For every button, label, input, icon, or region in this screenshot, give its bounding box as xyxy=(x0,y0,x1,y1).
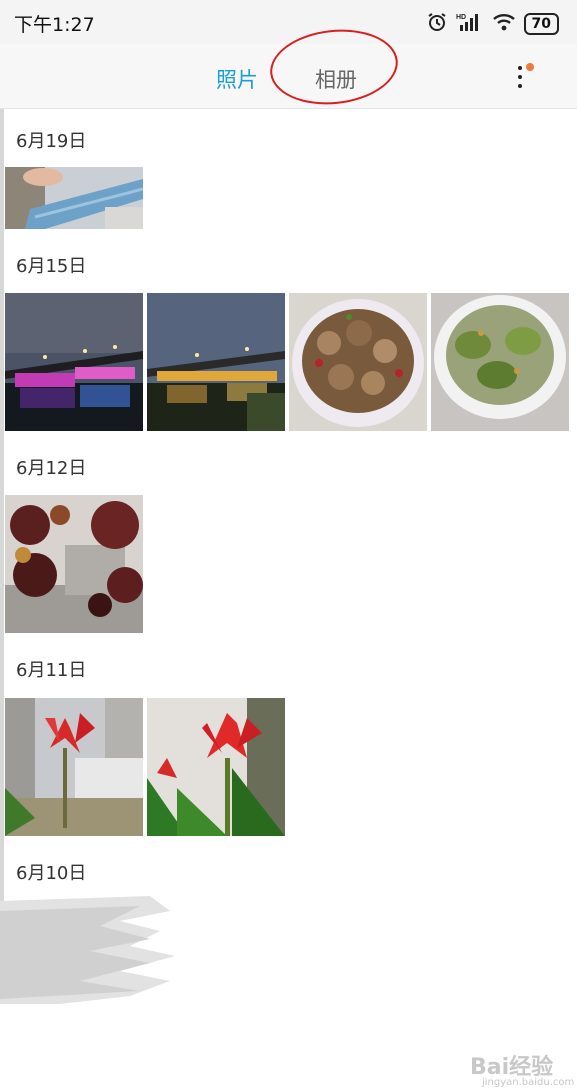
hd-label: HD xyxy=(456,14,466,21)
bridge-night-photo-2[interactable] xyxy=(147,293,285,431)
scallops-dish-photo[interactable] xyxy=(431,293,569,431)
red-flower-photo-2[interactable] xyxy=(147,698,285,836)
battery-icon: 70 xyxy=(523,13,559,35)
wifi-icon xyxy=(492,12,516,36)
notification-badge xyxy=(526,63,534,71)
status-bar: 下午1:27 HD 70 xyxy=(0,0,577,44)
photo-timeline: 6月19日 6月15日 6月12日 6月11日 6月10日 Bai经验 jing… xyxy=(0,109,577,1088)
date-heading: 6月10日 xyxy=(16,863,87,884)
baby-legs-photo[interactable] xyxy=(5,167,143,229)
date-heading: 6月19日 xyxy=(16,131,87,152)
clams-dish-photo[interactable] xyxy=(289,293,427,431)
date-heading: 6月12日 xyxy=(16,458,87,479)
tab-photos[interactable]: 照片 xyxy=(216,64,258,94)
battery-level: 70 xyxy=(531,16,551,32)
more-options-icon[interactable] xyxy=(508,60,538,96)
status-time: 下午1:27 xyxy=(14,14,95,36)
date-heading: 6月15日 xyxy=(16,256,87,277)
watermark-url: jingyan.baidu.com xyxy=(482,1077,575,1088)
red-flower-photo-1[interactable] xyxy=(5,698,143,836)
bridge-night-photo-1[interactable] xyxy=(5,293,143,431)
redacted-photo xyxy=(0,896,175,1004)
red-leaves-photo[interactable] xyxy=(5,495,143,633)
signal-icon: HD xyxy=(456,11,484,37)
alarm-icon xyxy=(426,11,448,37)
date-heading: 6月11日 xyxy=(16,660,87,681)
